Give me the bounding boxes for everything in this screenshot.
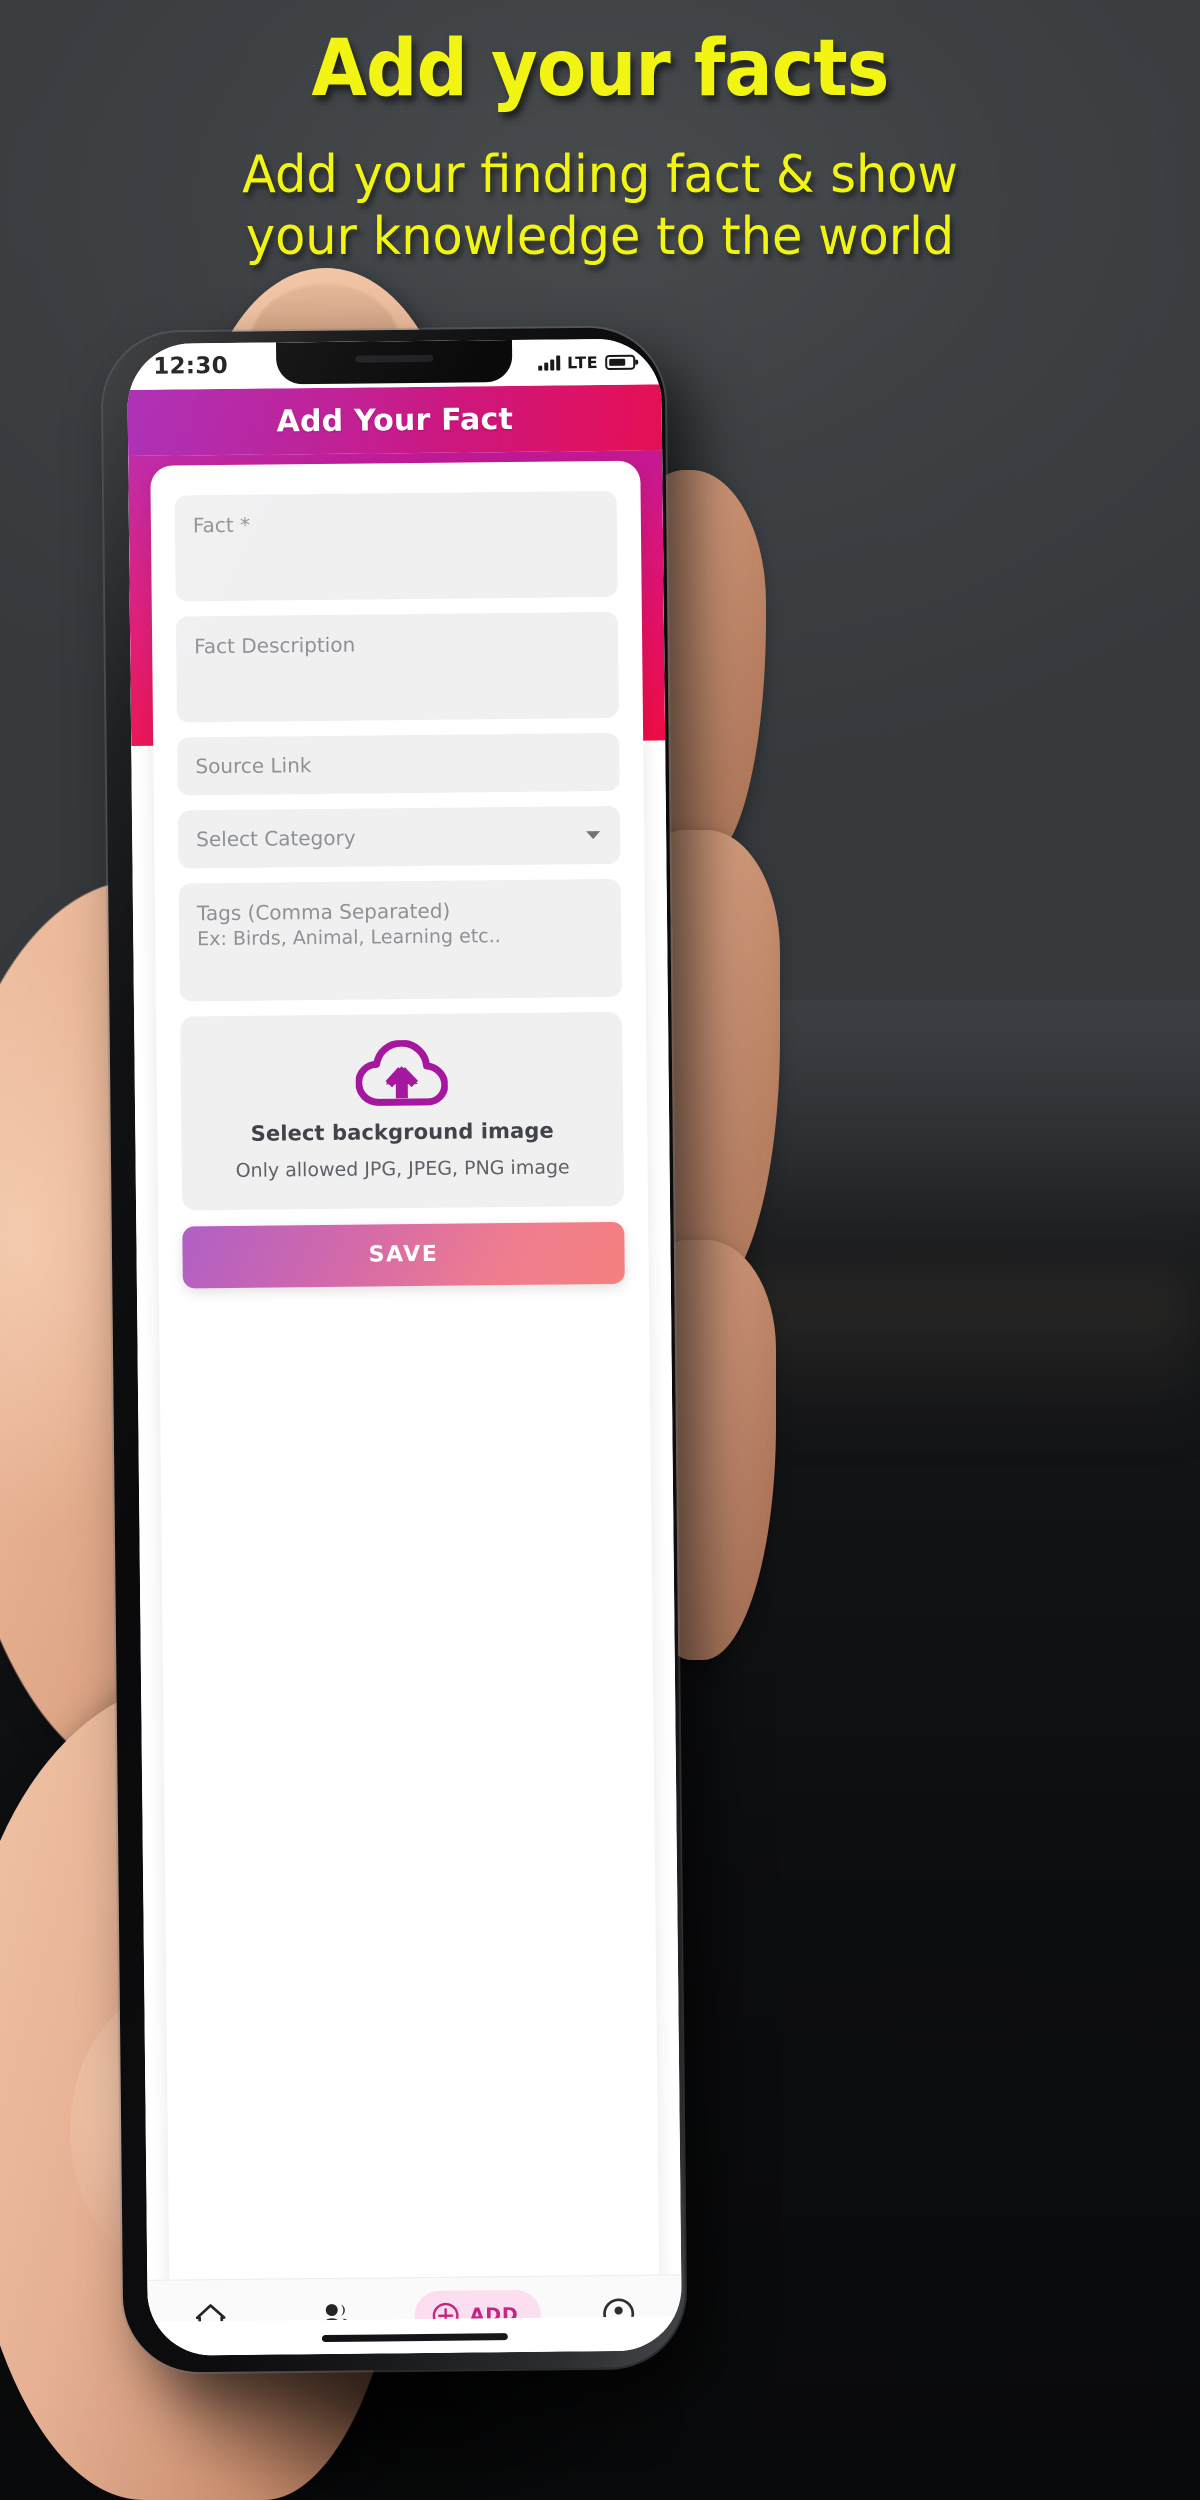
phone-mockup: 12:30 LTE Add Your Fact Fact * Fact Desc…: [102, 327, 686, 2373]
cloud-upload-icon: [355, 1039, 448, 1106]
promo-subheadline-line-2: your knowledge to the world: [245, 207, 955, 268]
tags-placeholder-primary: Tags (Comma Separated): [196, 898, 451, 926]
background-glint: [640, 1270, 1200, 1430]
app-bar: Add Your Fact: [127, 384, 663, 456]
fact-input-placeholder: Fact *: [192, 512, 251, 538]
app-content: Fact * Fact Description Source Link Sele…: [128, 450, 683, 2356]
status-bar-time: 12:30: [153, 352, 229, 380]
signal-bars-icon: [538, 354, 561, 371]
chevron-down-icon: [586, 831, 601, 840]
fact-description-placeholder: Fact Description: [194, 632, 356, 659]
phone-earpiece-speaker: [355, 354, 434, 363]
promo-headline: Add your facts: [311, 24, 889, 114]
status-bar-indicators: LTE: [538, 352, 636, 372]
phone-screen: 12:30 LTE Add Your Fact Fact * Fact Desc…: [127, 338, 683, 2356]
category-select[interactable]: Select Category: [177, 805, 621, 869]
phone-notch: [275, 339, 513, 385]
status-bar-network-label: LTE: [566, 352, 599, 372]
category-select-placeholder: Select Category: [196, 825, 356, 851]
promo-scene: Add your facts Add your finding fact & s…: [0, 0, 1200, 2500]
upload-title: Select background image: [250, 1118, 554, 1146]
promo-text-block: Add your facts Add your finding fact & s…: [0, 30, 1200, 269]
save-button[interactable]: SAVE: [182, 1221, 625, 1289]
tags-input[interactable]: Tags (Comma Separated) Ex: Birds, Animal…: [178, 878, 622, 1002]
save-button-label: SAVE: [368, 1241, 439, 1268]
add-fact-form-card: Fact * Fact Description Source Link Sele…: [150, 460, 661, 2356]
tags-placeholder-example: Ex: Birds, Animal, Learning etc..: [197, 925, 501, 951]
source-link-placeholder: Source Link: [195, 752, 312, 778]
promo-subheadline: Add your finding fact & show your knowle…: [30, 144, 1170, 269]
page-title: Add Your Fact: [276, 401, 514, 439]
promo-subheadline-line-1: Add your finding fact & show: [242, 145, 958, 205]
upload-subtitle: Only allowed JPG, JPEG, PNG image: [235, 1156, 570, 1182]
source-link-input[interactable]: Source Link: [177, 732, 620, 796]
fact-input[interactable]: Fact *: [174, 490, 618, 602]
background-image-upload-box[interactable]: Select background image Only allowed JPG…: [180, 1011, 625, 1211]
fact-description-input[interactable]: Fact Description: [175, 611, 619, 723]
battery-icon: [605, 354, 636, 370]
